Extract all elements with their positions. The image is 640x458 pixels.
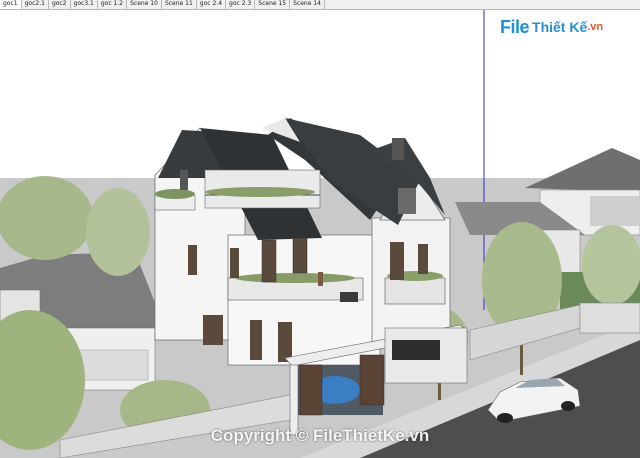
scene-tab[interactable]: goc2	[49, 0, 71, 9]
scene-tab[interactable]: goc2.1	[22, 0, 49, 9]
scene-tab[interactable]: goc 1.2	[98, 0, 128, 9]
scene-tab[interactable]: goc1	[0, 0, 22, 9]
logo-name-text: Thiết Kế	[532, 19, 588, 35]
scene-tab[interactable]: Scene 10	[127, 0, 162, 9]
scene-tab[interactable]: Scene 15	[255, 0, 291, 9]
logo-tld-text: .vn	[587, 21, 604, 33]
scene-tab[interactable]: Scene 14	[290, 0, 325, 9]
scene-tab[interactable]: goc 2.3	[226, 0, 256, 9]
3d-viewport[interactable]	[0, 10, 640, 458]
scene-tab[interactable]: goc 2.4	[197, 0, 227, 9]
model-render	[0, 10, 640, 458]
filethietke-logo: File Thiết Kế .vn	[500, 14, 603, 40]
scene-tab[interactable]: goc3.1	[71, 0, 98, 9]
scene-tab-bar: goc1 goc2.1 goc2 goc3.1 goc 1.2 Scene 10…	[0, 0, 640, 10]
logo-file-text: File	[500, 16, 530, 37]
copyright-watermark: Copyright © FileThietKe.vn	[210, 426, 430, 445]
scene-tab[interactable]: Scene 11	[162, 0, 197, 9]
